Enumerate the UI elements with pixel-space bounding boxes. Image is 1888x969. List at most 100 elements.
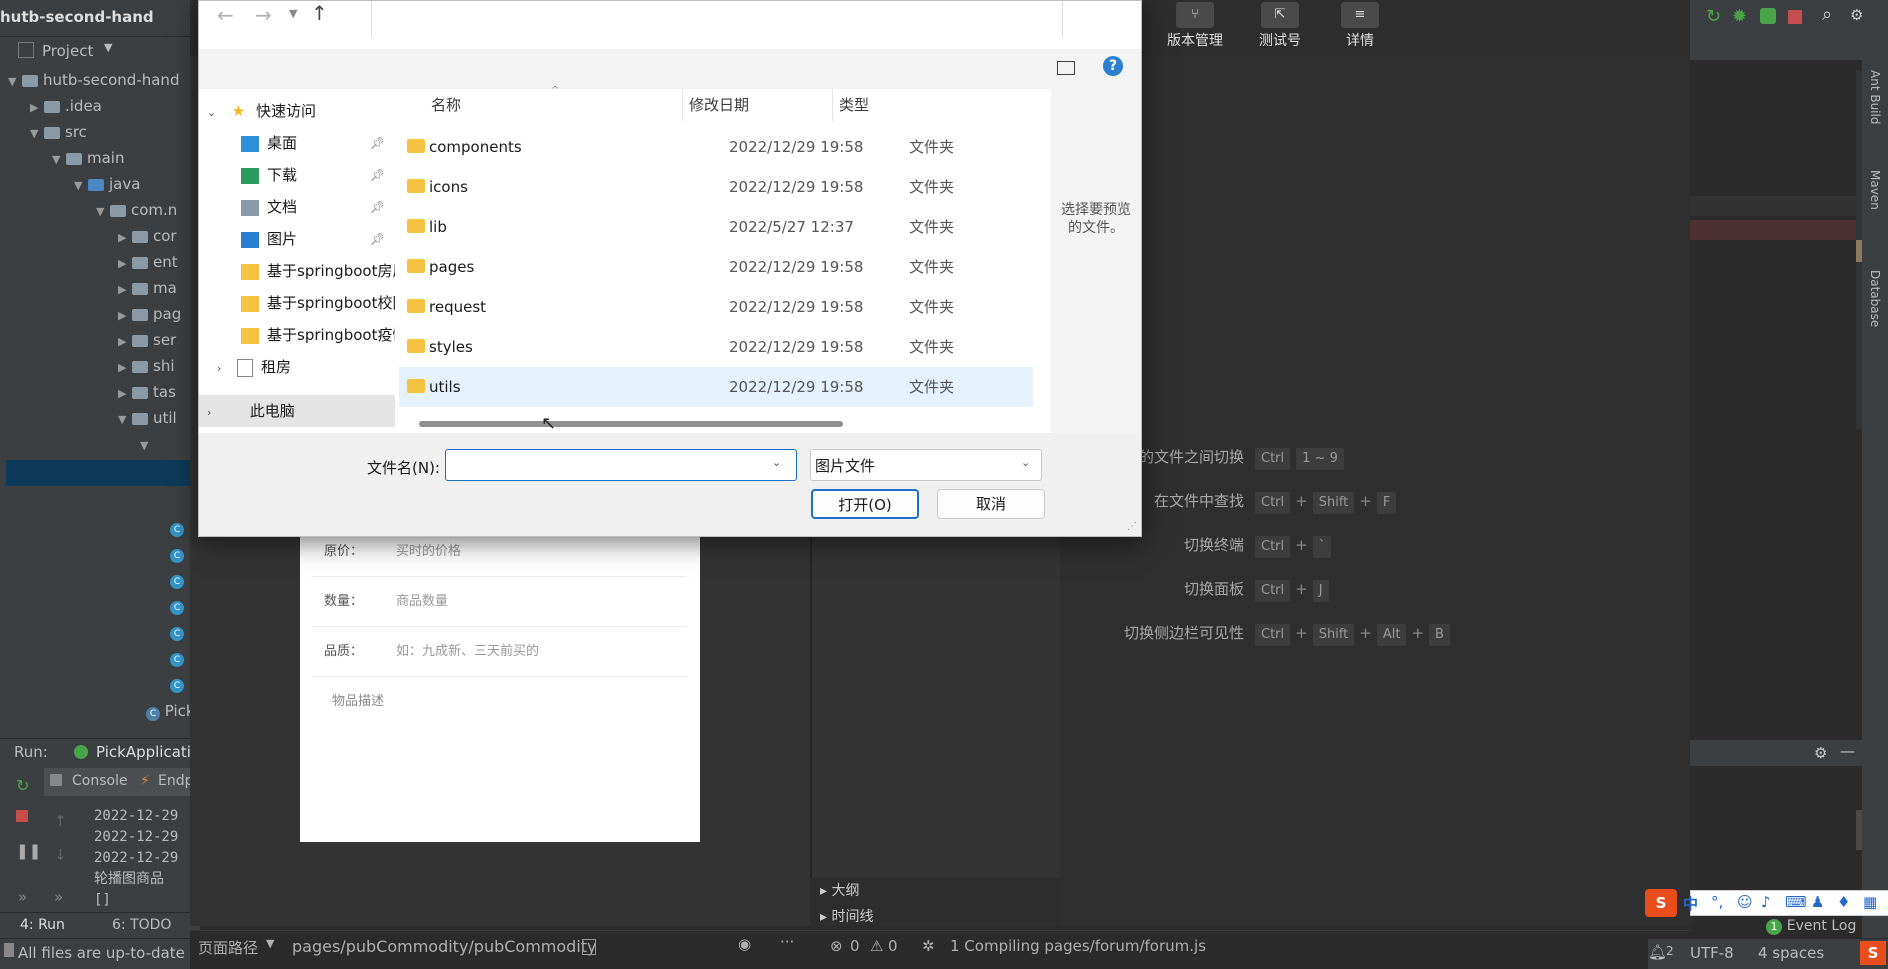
this-pc[interactable]: › 此电脑 [199,395,395,427]
tree-item[interactable]: ▶ ma [118,276,177,300]
tree-item[interactable]: ▶ .idea [30,94,102,118]
pick-application-item[interactable]: C Pick [146,702,195,721]
todo-tool-tab[interactable]: 6: TODO [112,917,171,933]
search-icon[interactable]: ⌕ [1822,4,1832,25]
run-config-tab[interactable]: PickApplicati [96,743,191,761]
nav-item[interactable]: 桌面 📌︎ [199,127,395,159]
collapsed-arrow-icon[interactable]: ▶ [118,278,132,302]
col-date-header[interactable]: 修改日期 [683,89,833,121]
file-row[interactable]: lib 2022/5/27 12:37 文件夹 [399,207,1033,247]
indent-setting[interactable]: 4 spaces [1758,944,1824,962]
tree-item[interactable]: ▶ ser [118,328,176,352]
rerun-icon[interactable]: ↻ [16,776,29,795]
endpoints-tab[interactable]: Endp [158,773,194,789]
toolbar-details-button[interactable]: ≡ 详情 [1325,0,1395,50]
keyboard-icon[interactable]: ⌨ [1785,893,1807,911]
up-icon[interactable]: ↑ [311,1,328,25]
coverage-icon[interactable] [1760,8,1776,24]
description-field[interactable]: 物品描述 [332,690,384,709]
tree-item[interactable]: ▼ [140,432,154,456]
minimize-icon[interactable]: — [1840,742,1855,760]
chevron-down-icon[interactable]: ⌄ [772,456,781,469]
toolbar-version-button[interactable]: ⑂ 版本管理 [1160,0,1230,50]
file-row[interactable]: styles 2022/12/29 19:58 文件夹 [399,327,1033,367]
pin-icon[interactable]: 📌︎ [370,223,385,255]
tree-item[interactable]: ▶ pag [118,302,181,326]
tree-item[interactable]: ▶ shi [118,354,175,378]
tree-item[interactable]: ▼ main [52,146,124,170]
settings-icon[interactable]: ⚙ [1850,6,1863,24]
tree-item[interactable]: ▼ java [74,172,140,196]
file-row[interactable]: pages 2022/12/29 19:58 文件夹 [399,247,1033,287]
chevron-down-icon[interactable]: ⌄ [1021,456,1030,469]
forward-icon[interactable]: → [255,3,272,27]
more-icon[interactable]: » [54,888,63,906]
tree-item[interactable]: ▼ com.n [96,198,177,222]
page-path-label[interactable]: 页面路径 [198,937,258,958]
file-row[interactable]: utils 2022/12/29 19:58 文件夹 [399,367,1033,407]
file-row[interactable]: request 2022/12/29 19:58 文件夹 [399,287,1033,327]
chevron-down-icon[interactable]: ▼ [289,7,297,20]
nav-item[interactable]: › 租房 [199,351,395,383]
pause-icon[interactable]: ❚❚ [16,842,41,860]
collapsed-arrow-icon[interactable]: ▶ [118,252,132,276]
outline-section[interactable]: ▸ 大纲 [820,880,859,900]
nav-item[interactable]: 基于springboot疫情 [199,319,395,351]
maven-tab[interactable]: Maven [1868,170,1882,210]
toolbar-test-account-button[interactable]: ⇱ 测试号 [1245,0,1315,50]
copy-icon[interactable] [582,939,596,955]
tree-item[interactable]: ▼ util [118,406,177,430]
horizontal-scrollbar[interactable] [419,421,843,427]
expanded-arrow-icon[interactable]: ▼ [96,200,110,224]
tree-item[interactable]: ▶ tas [118,380,176,404]
filename-input[interactable] [450,453,764,477]
back-icon[interactable]: ← [217,3,234,27]
file-row[interactable]: icons 2022/12/29 19:58 文件夹 [399,167,1033,207]
scroll-down-icon[interactable]: ↓ [54,846,67,864]
tree-item[interactable]: ▼ hutb-second-hand [8,68,179,92]
preview-pane-icon[interactable] [1057,61,1075,75]
collapsed-arrow-icon[interactable]: ▶ [118,382,132,406]
rerun-icon[interactable]: ↻ [1706,6,1721,27]
nav-item[interactable]: 基于springboot校园 [199,287,395,319]
cancel-button[interactable]: 取消 [937,489,1045,519]
pin-icon[interactable]: 📌︎ [370,191,385,223]
stop-icon[interactable] [1788,10,1802,24]
more-icon[interactable]: » [18,888,27,906]
expanded-arrow-icon[interactable]: ▼ [118,408,132,432]
skin-icon[interactable]: ♦ [1837,893,1850,911]
nav-item[interactable]: 文档 📌︎ [199,191,395,223]
col-type-header[interactable]: 类型 [833,89,943,121]
console-tab[interactable]: Console [72,773,128,789]
nav-item[interactable]: 图片 📌︎ [199,223,395,255]
emoji-icon[interactable]: ☺ [1737,893,1753,911]
file-type-select[interactable]: 图片文件 ⌄ [810,449,1042,481]
selected-tree-row[interactable] [6,460,200,486]
col-name-header[interactable]: 名称 [399,89,683,121]
chevron-down-icon[interactable]: ▼ [104,41,112,54]
collapsed-arrow-icon[interactable]: ▶ [118,330,132,354]
help-icon[interactable]: ? [1103,56,1123,76]
bell-icon[interactable]: 🔔︎ [1648,943,1667,961]
tree-item[interactable]: ▶ cor [118,224,177,248]
tree-item[interactable]: ▶ ent [118,250,178,274]
scrollbar[interactable] [1856,810,1862,850]
stop-icon[interactable] [16,810,28,822]
database-tab[interactable]: Database [1868,270,1882,327]
collapsed-arrow-icon[interactable]: ▶ [118,356,132,380]
project-name[interactable]: hutb-second-hand [0,8,154,26]
pin-icon[interactable]: 📌︎ [370,159,385,191]
file-row[interactable]: components 2022/12/29 19:58 文件夹 [399,127,1033,167]
chevron-right-icon[interactable]: › [207,397,221,427]
chevron-right-icon[interactable]: › [217,353,231,383]
expanded-arrow-icon[interactable]: ▼ [8,70,22,94]
tree-item[interactable]: ▼ src [30,120,87,144]
address-bar[interactable] [371,1,1063,37]
expanded-arrow-icon[interactable]: ▼ [52,148,66,172]
sogou-icon[interactable]: S [1860,941,1886,965]
warning-icon[interactable]: ⚠ [870,937,883,955]
chevron-down-icon[interactable]: ⌄ [207,97,221,127]
project-label[interactable]: Project [42,42,93,60]
collapsed-arrow-icon[interactable]: ▶ [118,304,132,328]
nav-item[interactable]: 基于springboot房屋 [199,255,395,287]
